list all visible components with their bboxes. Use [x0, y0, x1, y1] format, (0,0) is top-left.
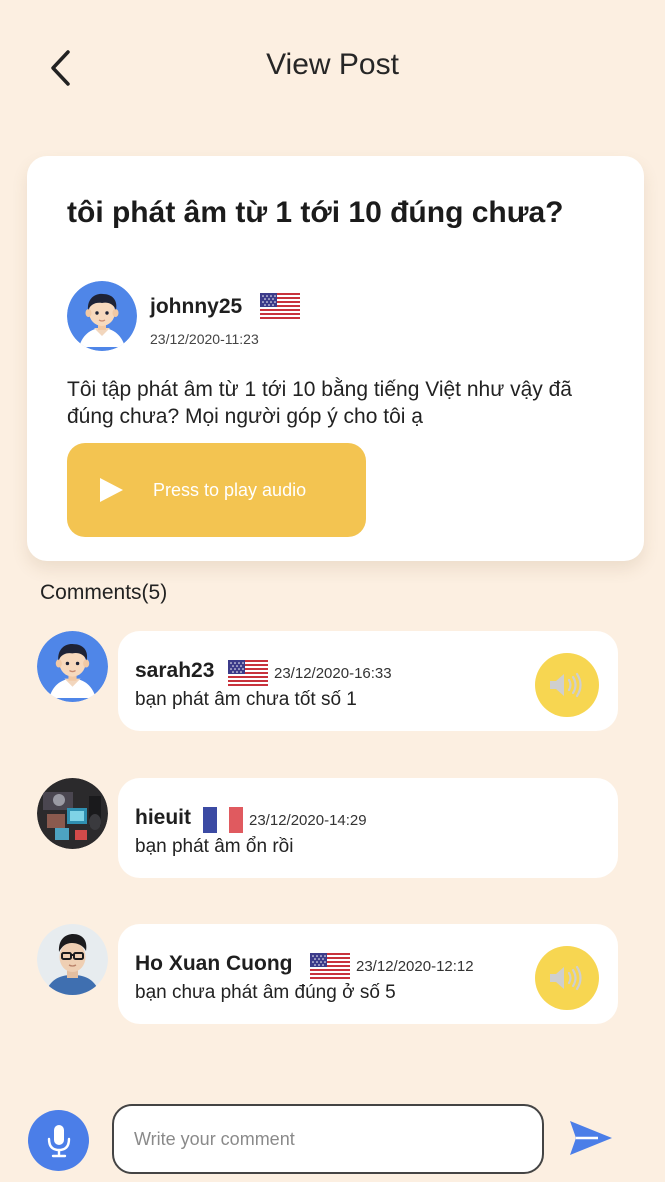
speaker-icon: [550, 672, 582, 698]
play-comment-audio-button[interactable]: [535, 653, 599, 717]
post-username[interactable]: johnny25: [150, 295, 242, 319]
speaker-icon: [550, 965, 582, 991]
avatar[interactable]: [67, 281, 137, 351]
comment-username[interactable]: Ho Xuan Cuong: [135, 952, 292, 976]
comment-bubble: hieuit 23/12/2020-14:29 bạn phát âm ổn r…: [118, 778, 618, 878]
comment-text: bạn chưa phát âm đúng ở số 5: [135, 982, 396, 1003]
send-icon: [570, 1121, 612, 1155]
comment-username[interactable]: sarah23: [135, 659, 214, 683]
comment-meta: 23/12/2020-14:29: [203, 807, 367, 833]
fr-flag-icon: [203, 807, 243, 833]
play-icon: [100, 478, 123, 502]
avatar[interactable]: [37, 924, 108, 995]
send-button[interactable]: [566, 1116, 616, 1160]
comment-username[interactable]: hieuit: [135, 806, 191, 830]
comment-meta: 23/12/2020-12:12: [310, 953, 474, 979]
comments-header: Comments(5): [40, 581, 168, 604]
comment-timestamp: 23/12/2020-12:12: [356, 957, 474, 975]
comment-timestamp: 23/12/2020-14:29: [249, 811, 367, 829]
comment-input[interactable]: [112, 1104, 544, 1174]
comment-item: hieuit 23/12/2020-14:29 bạn phát âm ổn r…: [0, 778, 665, 878]
post-body: Tôi tập phát âm từ 1 tới 10 bằng tiếng V…: [67, 378, 572, 428]
comment-item: sarah23 23/12/2020-16:33 bạn phát âm chư…: [0, 631, 665, 731]
avatar[interactable]: [37, 778, 108, 849]
comment-item: Ho Xuan Cuong 23/12/2020-12:12 bạn chưa …: [0, 924, 665, 1024]
comment-bubble: Ho Xuan Cuong 23/12/2020-12:12 bạn chưa …: [118, 924, 618, 1024]
comment-text: bạn phát âm ổn rồi: [135, 836, 294, 857]
play-comment-audio-button[interactable]: [535, 946, 599, 1010]
avatar[interactable]: [37, 631, 108, 702]
post-title: tôi phát âm từ 1 tới 10 đúng chưa?: [67, 196, 564, 229]
us-flag-icon: [260, 293, 300, 319]
play-audio-label: Press to play audio: [153, 479, 307, 500]
post-card: tôi phát âm từ 1 tới 10 đúng chưa? johnn…: [27, 156, 644, 561]
record-audio-button[interactable]: [28, 1110, 89, 1171]
play-audio-button[interactable]: Press to play audio: [67, 443, 366, 537]
comment-text: bạn phát âm chưa tốt số 1: [135, 689, 357, 710]
post-timestamp: 23/12/2020-11:23: [150, 331, 259, 347]
comment-meta: 23/12/2020-16:33: [228, 660, 392, 686]
microphone-icon: [47, 1124, 70, 1157]
us-flag-icon: [228, 660, 268, 686]
comment-bubble: sarah23 23/12/2020-16:33 bạn phát âm chư…: [118, 631, 618, 731]
us-flag-icon: [310, 953, 350, 979]
comment-timestamp: 23/12/2020-16:33: [274, 664, 392, 682]
page-title: View Post: [266, 48, 399, 81]
